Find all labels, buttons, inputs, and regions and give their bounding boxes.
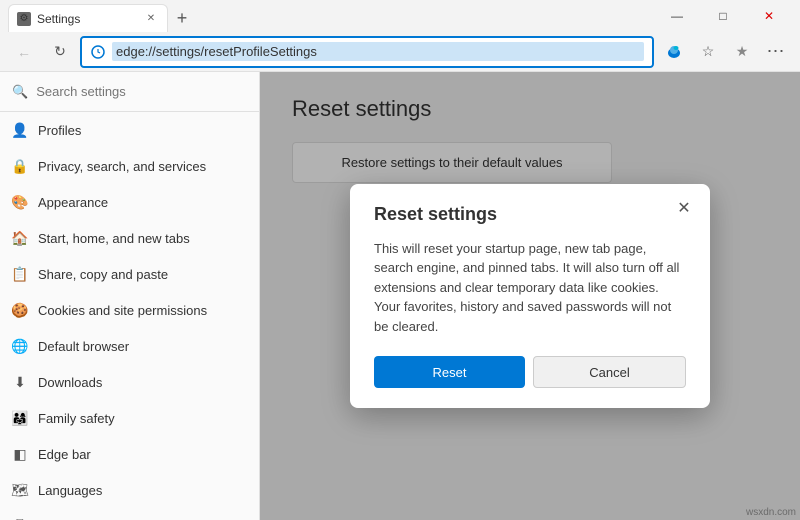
more-button[interactable]: ⋯ <box>760 36 792 68</box>
sidebar: 🔍 👤 Profiles 🔒 Privacy, search, and serv… <box>0 72 260 520</box>
dialog-overlay: ✕ Reset settings This will reset your st… <box>260 72 800 520</box>
nav-right-buttons: ☆ ★ ⋯ <box>658 36 792 68</box>
sidebar-item-family-safety[interactable]: 👨‍👩‍👧 Family safety <box>0 400 259 436</box>
sidebar-item-privacy[interactable]: 🔒 Privacy, search, and services <box>0 148 259 184</box>
sidebar-item-label: Profiles <box>38 123 81 138</box>
downloads-icon: ⬇ <box>12 374 28 390</box>
sidebar-item-label: Appearance <box>38 195 108 210</box>
share-copy-icon: 📋 <box>12 266 28 282</box>
dialog-actions: Reset Cancel <box>374 356 686 388</box>
sidebar-item-label: Family safety <box>38 411 115 426</box>
collections-button[interactable]: ☆ <box>692 36 724 68</box>
page-icon <box>90 44 106 60</box>
address-bar[interactable]: edge://settings/resetProfileSettings <box>80 36 654 68</box>
sidebar-item-label: Edge bar <box>38 447 91 462</box>
default-browser-icon: 🌐 <box>12 338 28 354</box>
search-icon: 🔍 <box>12 84 28 100</box>
maximize-button[interactable]: □ <box>700 0 746 32</box>
languages-icon: 🗺 <box>12 482 28 498</box>
sidebar-item-edge-bar[interactable]: ◧ Edge bar <box>0 436 259 472</box>
sidebar-item-label: Privacy, search, and services <box>38 159 206 174</box>
close-window-button[interactable]: ✕ <box>746 0 792 32</box>
address-text: edge://settings/resetProfileSettings <box>112 42 644 61</box>
sidebar-item-cookies[interactable]: 🍪 Cookies and site permissions <box>0 292 259 328</box>
favorites-button[interactable]: ★ <box>726 36 758 68</box>
edge-logo-button[interactable] <box>658 36 690 68</box>
new-tab-button[interactable]: + <box>168 4 196 32</box>
sidebar-item-label: Cookies and site permissions <box>38 303 207 318</box>
content-area: Reset settings Restore settings to their… <box>260 72 800 520</box>
dialog-title: Reset settings <box>374 204 686 225</box>
search-input[interactable] <box>36 84 247 99</box>
start-home-icon: 🏠 <box>12 230 28 246</box>
family-safety-icon: 👨‍👩‍👧 <box>12 410 28 426</box>
sidebar-item-label: Languages <box>38 483 102 498</box>
sidebar-item-label: Downloads <box>38 375 102 390</box>
dialog-cancel-button[interactable]: Cancel <box>533 356 686 388</box>
back-button[interactable]: ← <box>8 36 40 68</box>
reload-button[interactable]: ↻ <box>44 36 76 68</box>
search-box[interactable]: 🔍 <box>0 72 259 112</box>
title-bar: ⚙ Settings ✕ + — □ ✕ <box>0 0 800 32</box>
sidebar-item-share-copy[interactable]: 📋 Share, copy and paste <box>0 256 259 292</box>
sidebar-item-languages[interactable]: 🗺 Languages <box>0 472 259 508</box>
tab-favicon: ⚙ <box>17 12 31 26</box>
tab-label: Settings <box>37 12 80 26</box>
sidebar-item-start-home[interactable]: 🏠 Start, home, and new tabs <box>0 220 259 256</box>
minimize-button[interactable]: — <box>654 0 700 32</box>
dialog-close-button[interactable]: ✕ <box>672 196 696 220</box>
settings-tab[interactable]: ⚙ Settings ✕ <box>8 4 168 32</box>
tab-strip: ⚙ Settings ✕ + <box>8 0 646 32</box>
dialog-reset-button[interactable]: Reset <box>374 356 525 388</box>
privacy-icon: 🔒 <box>12 158 28 174</box>
tab-close-button[interactable]: ✕ <box>143 11 159 27</box>
sidebar-item-profiles[interactable]: 👤 Profiles <box>0 112 259 148</box>
sidebar-item-label: Share, copy and paste <box>38 267 168 282</box>
edge-bar-icon: ◧ <box>12 446 28 462</box>
appearance-icon: 🎨 <box>12 194 28 210</box>
sidebar-item-label: Default browser <box>38 339 129 354</box>
cookies-icon: 🍪 <box>12 302 28 318</box>
nav-bar: ← ↻ edge://settings/resetProfileSettings… <box>0 32 800 72</box>
reset-dialog: ✕ Reset settings This will reset your st… <box>350 184 710 409</box>
sidebar-item-downloads[interactable]: ⬇ Downloads <box>0 364 259 400</box>
sidebar-item-label: Start, home, and new tabs <box>38 231 190 246</box>
sidebar-item-appearance[interactable]: 🎨 Appearance <box>0 184 259 220</box>
main-layout: 🔍 👤 Profiles 🔒 Privacy, search, and serv… <box>0 72 800 520</box>
profiles-icon: 👤 <box>12 122 28 138</box>
window-controls: — □ ✕ <box>654 0 792 32</box>
sidebar-item-default-browser[interactable]: 🌐 Default browser <box>0 328 259 364</box>
dialog-body: This will reset your startup page, new t… <box>374 239 686 337</box>
sidebar-item-printers[interactable]: 🖨 Printers <box>0 508 259 520</box>
